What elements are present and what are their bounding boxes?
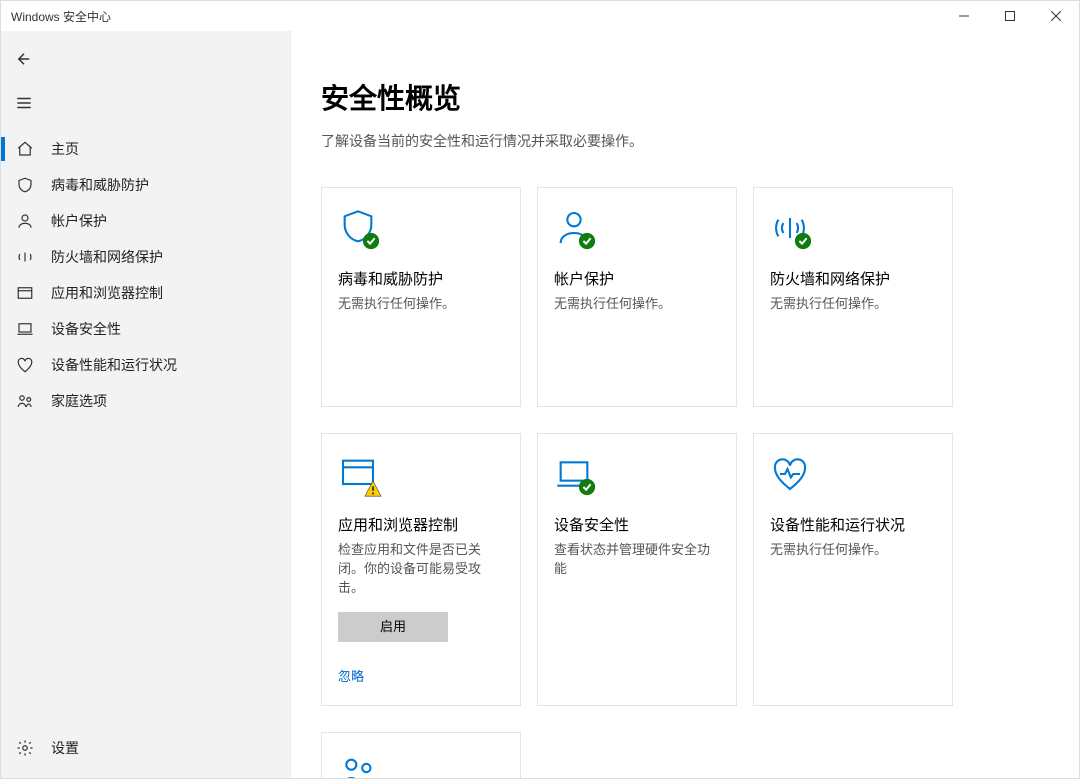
nav-virus[interactable]: 病毒和威胁防护 — [1, 167, 290, 203]
nav-account[interactable]: 帐户保护 — [1, 203, 290, 239]
card-title: 帐户保护 — [554, 268, 720, 289]
card-text: 检查应用和文件是否已关闭。你的设备可能易受攻击。 — [338, 541, 504, 598]
nav-firewall[interactable]: 防火墙和网络保护 — [1, 239, 290, 275]
nav-home[interactable]: 主页 — [1, 131, 290, 167]
card-text: 查看状态并管理硬件安全功能 — [554, 541, 720, 579]
maximize-button[interactable] — [987, 1, 1033, 31]
nav-label: 应用和浏览器控制 — [51, 283, 163, 303]
check-badge-icon — [578, 232, 596, 250]
family-icon — [15, 392, 35, 410]
card-text: 无需执行任何操作。 — [338, 295, 504, 314]
page-subtitle: 了解设备当前的安全性和运行情况并采取必要操作。 — [321, 131, 1021, 151]
nav-label: 病毒和威胁防护 — [51, 175, 149, 195]
card-device-health[interactable]: 设备性能和运行状况 无需执行任何操作。 — [753, 433, 953, 706]
card-title: 设备性能和运行状况 — [770, 514, 936, 535]
enable-button[interactable]: 启用 — [338, 612, 448, 642]
heart-icon — [770, 454, 810, 494]
browser-icon — [15, 284, 35, 302]
card-text: 无需执行任何操作。 — [770, 541, 936, 560]
gear-icon — [15, 739, 35, 757]
home-icon — [15, 140, 35, 158]
nav-label: 主页 — [51, 139, 79, 159]
titlebar: Windows 安全中心 — [1, 1, 1079, 31]
app-body: 主页 病毒和威胁防护 帐户保护 防火墙和网络保护 应用和浏览器控制 — [1, 31, 1079, 778]
nav-family[interactable]: 家庭选项 — [1, 383, 290, 419]
nav-label: 防火墙和网络保护 — [51, 247, 163, 267]
hamburger-button[interactable] — [1, 81, 290, 125]
check-badge-icon — [578, 478, 596, 496]
sidebar: 主页 病毒和威胁防护 帐户保护 防火墙和网络保护 应用和浏览器控制 — [1, 31, 291, 778]
window-title: Windows 安全中心 — [11, 8, 941, 25]
nav-label: 设备安全性 — [51, 319, 121, 339]
app-window: Windows 安全中心 主页 — [0, 0, 1080, 779]
card-text: 无需执行任何操作。 — [770, 295, 936, 314]
nav-label: 帐户保护 — [51, 211, 107, 231]
shield-icon — [15, 176, 35, 194]
dismiss-link[interactable]: 忽略 — [338, 666, 504, 685]
nav-settings[interactable]: 设置 — [1, 730, 290, 766]
person-icon — [15, 212, 35, 230]
card-family[interactable]: 家庭选项 管理你的家人使用设备的方式。 — [321, 732, 521, 778]
card-device-security[interactable]: 设备安全性 查看状态并管理硬件安全功能 — [537, 433, 737, 706]
minimize-button[interactable] — [941, 1, 987, 31]
card-title: 防火墙和网络保护 — [770, 268, 936, 289]
check-badge-icon — [362, 232, 380, 250]
card-title: 应用和浏览器控制 — [338, 514, 504, 535]
nav-label: 家庭选项 — [51, 391, 107, 411]
signal-icon — [15, 248, 35, 266]
card-firewall[interactable]: 防火墙和网络保护 无需执行任何操作。 — [753, 187, 953, 407]
main-content: 安全性概览 了解设备当前的安全性和运行情况并采取必要操作。 病毒和威胁防护 无需… — [291, 31, 1079, 778]
card-title: 设备安全性 — [554, 514, 720, 535]
card-account[interactable]: 帐户保护 无需执行任何操作。 — [537, 187, 737, 407]
nav-label: 设置 — [51, 738, 79, 758]
heart-icon — [15, 356, 35, 374]
cards-grid: 病毒和威胁防护 无需执行任何操作。 帐户保护 无需执行任何操作。 — [321, 187, 1021, 778]
nav-device-health[interactable]: 设备性能和运行状况 — [1, 347, 290, 383]
card-text: 无需执行任何操作。 — [554, 295, 720, 314]
card-app-browser[interactable]: 应用和浏览器控制 检查应用和文件是否已关闭。你的设备可能易受攻击。 启用 忽略 — [321, 433, 521, 706]
nav-label: 设备性能和运行状况 — [51, 355, 177, 375]
warning-badge-icon — [364, 480, 382, 498]
laptop-icon — [15, 320, 35, 338]
card-virus[interactable]: 病毒和威胁防护 无需执行任何操作。 — [321, 187, 521, 407]
check-badge-icon — [794, 232, 812, 250]
nav: 主页 病毒和威胁防护 帐户保护 防火墙和网络保护 应用和浏览器控制 — [1, 131, 290, 730]
back-button[interactable] — [1, 37, 290, 81]
family-icon — [338, 753, 378, 778]
page-title: 安全性概览 — [321, 77, 1021, 117]
nav-app-browser[interactable]: 应用和浏览器控制 — [1, 275, 290, 311]
close-button[interactable] — [1033, 1, 1079, 31]
nav-device-security[interactable]: 设备安全性 — [1, 311, 290, 347]
card-title: 病毒和威胁防护 — [338, 268, 504, 289]
